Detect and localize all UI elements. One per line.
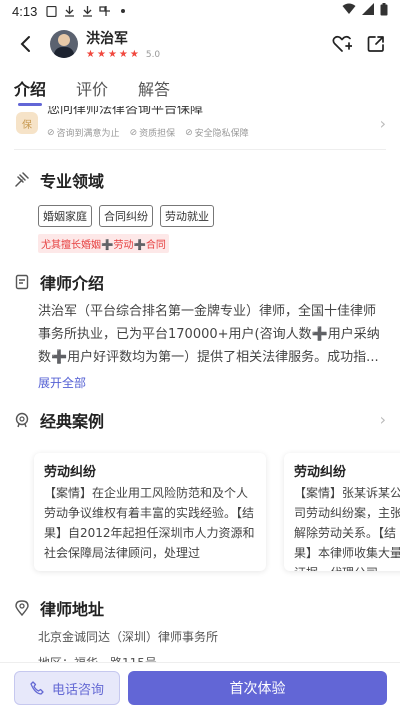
phone-icon xyxy=(30,681,44,695)
award-icon xyxy=(14,412,30,428)
chevron-left-icon xyxy=(20,36,30,52)
check-circle-icon: ⊘ xyxy=(185,127,193,138)
guarantee-title: 您问律师法律咨询平台保障 xyxy=(47,106,204,117)
shield-icon: 保 xyxy=(16,112,38,134)
status-bar: 4:13 xyxy=(0,0,400,22)
intro-header: 律师介绍 xyxy=(14,270,104,294)
dot-icon xyxy=(117,5,129,17)
sim-icon xyxy=(45,5,57,17)
star-icon: ★ xyxy=(96,49,106,60)
rating: ★ ★ ★ ★ ★ 5.0 xyxy=(86,49,161,61)
guarantee-points: ⊘ 咨询到满意为止 ⊘ 资质担保 ⊘ 安全隐私保障 xyxy=(47,126,249,140)
battery-icon xyxy=(380,2,388,20)
case-title: 劳动纠纷 xyxy=(294,465,347,480)
star-icon: ★ xyxy=(107,49,117,60)
app-bar-actions xyxy=(332,34,386,54)
lawyer-meta: 洪治军 ★ ★ ★ ★ ★ 5.0 xyxy=(86,28,160,60)
rating-score: 5.0 xyxy=(145,50,161,60)
tab-bar: 介绍 评价 解答 xyxy=(0,72,400,106)
first-experience-label: 首次体验 xyxy=(229,681,286,697)
star-icon: ★ xyxy=(86,49,95,60)
location-icon xyxy=(14,600,30,616)
guarantee-point: ⊘ 安全隐私保障 xyxy=(185,127,249,140)
cases-header: 经典案例 xyxy=(14,408,104,432)
phone-consult-label: 电话咨询 xyxy=(51,682,104,698)
check-circle-icon: ⊘ xyxy=(129,127,138,138)
document-icon xyxy=(14,274,30,290)
case-card[interactable]: 劳动纠纷 【案情】在企业用工风险防范和及个人劳动争议维权有着丰富的实践经验。【结… xyxy=(34,453,266,571)
download-icon xyxy=(63,5,75,17)
law-firm-name: 北京金诚同达（深圳）律师事务所 xyxy=(38,630,219,644)
specialty-chips: 婚姻家庭 合同纠纷 劳动就业 xyxy=(38,205,214,227)
share-icon xyxy=(367,36,384,52)
signal-icon xyxy=(362,3,374,19)
specialty-chip[interactable]: 婚姻家庭 xyxy=(38,205,92,227)
guarantee-banner[interactable]: 保 您问律师法律咨询平台保障 ⊘ 咨询到满意为止 ⊘ 资质担保 ⊘ 安全隐私保障 › xyxy=(14,106,386,150)
back-button[interactable] xyxy=(14,33,36,55)
phone-consult-button[interactable]: 电话咨询 xyxy=(14,671,120,705)
address-title: 律师地址 xyxy=(40,600,105,619)
tab-reviews[interactable]: 评价 xyxy=(76,76,108,106)
check-circle-icon: ⊘ xyxy=(47,127,55,138)
tab-answers[interactable]: 解答 xyxy=(138,76,170,106)
app-bar: 洪治军 ★ ★ ★ ★ ★ 5.0 xyxy=(0,24,400,64)
first-experience-button[interactable]: 首次体验 xyxy=(128,671,387,705)
favorite-button[interactable] xyxy=(332,34,352,54)
gavel-icon xyxy=(14,172,30,188)
case-body: 【案情】张某诉某公司劳动纠纷案，主张解除劳动关系。【结果】本律师收集大量证据，代… xyxy=(294,486,400,571)
case-title: 劳动纠纷 xyxy=(44,465,97,480)
share-button[interactable] xyxy=(366,34,386,54)
bottom-action-bar: 电话咨询 首次体验 xyxy=(0,662,400,710)
specialty-title: 专业领域 xyxy=(40,172,105,191)
guarantee-point: ⊘ 咨询到满意为止 xyxy=(47,127,120,140)
status-right xyxy=(342,2,388,20)
content-scroll[interactable]: 保 您问律师法律咨询平台保障 ⊘ 咨询到满意为止 ⊘ 资质担保 ⊘ 安全隐私保障 › … xyxy=(0,106,400,672)
app-notification-icon xyxy=(99,5,111,17)
intro-text: 洪治军（平台综合排名第一金牌专业）律师，全国十佳律师事务所执业，已为平台1700… xyxy=(38,304,380,365)
case-card[interactable]: 劳动纠纷 【案情】张某诉某公司劳动纠纷案，主张解除劳动关系。【结果】本律师收集大… xyxy=(284,453,400,571)
heart-plus-icon xyxy=(332,35,352,52)
guarantee-point: ⊘ 资质担保 xyxy=(129,127,176,140)
address-header: 律师地址 xyxy=(14,596,104,620)
specialty-chip[interactable]: 劳动就业 xyxy=(160,205,214,227)
star-icon: ★ xyxy=(118,49,128,60)
intro-title: 律师介绍 xyxy=(40,274,105,293)
tab-intro[interactable]: 介绍 xyxy=(14,76,46,106)
specialty-chip[interactable]: 合同纠纷 xyxy=(99,205,153,227)
specialty-highlight: 尤其擅长婚姻➕劳动➕合同 xyxy=(38,234,169,253)
chevron-right-icon: › xyxy=(379,114,386,133)
case-body: 【案情】在企业用工风险防范和及个人劳动争议维权有着丰富的实践经验。【结果】自20… xyxy=(44,486,255,560)
chevron-right-icon[interactable]: › xyxy=(380,410,386,429)
wifi-icon xyxy=(342,3,356,19)
expand-all-link[interactable]: 展开全部 xyxy=(38,374,86,391)
status-time: 4:13 xyxy=(12,3,38,19)
avatar[interactable] xyxy=(50,30,78,58)
lawyer-name: 洪治军 xyxy=(86,31,128,47)
star-icon: ★ xyxy=(129,49,139,60)
download-icon-2 xyxy=(81,5,93,17)
specialty-header: 专业领域 xyxy=(14,168,104,192)
cases-title: 经典案例 xyxy=(40,412,105,431)
